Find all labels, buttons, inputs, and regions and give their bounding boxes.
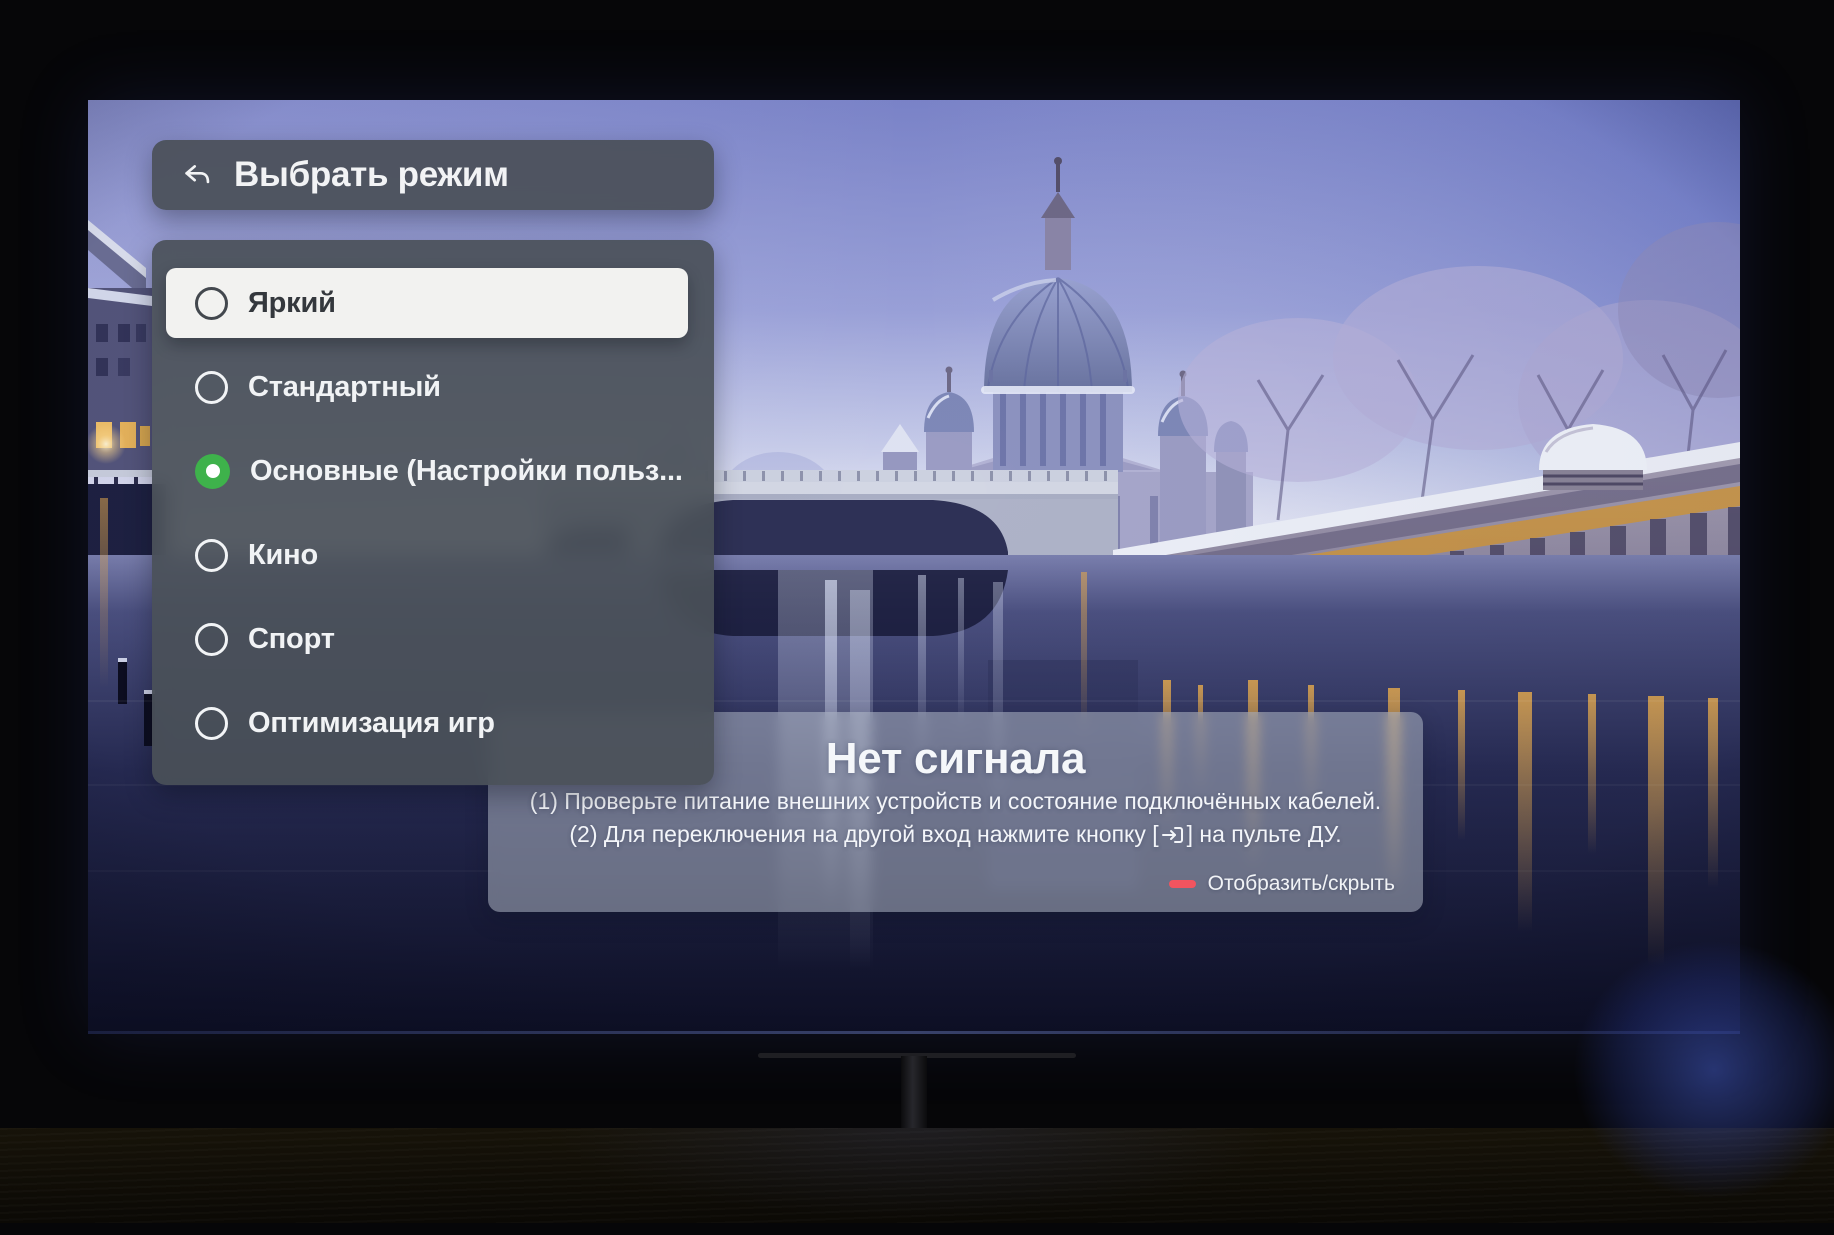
menu-item-label: Кино — [248, 539, 318, 572]
menu-item-vivid[interactable]: Яркий — [166, 268, 688, 338]
menu-item-label: Стандартный — [248, 371, 441, 404]
menu-item-cinema[interactable]: Кино — [152, 513, 714, 597]
table-surface — [0, 1128, 1834, 1223]
page-title: Выбрать режим — [234, 155, 509, 195]
back-arrow-icon — [182, 160, 212, 190]
tv-screen: Выбрать режим Яркий Стандартный Основные… — [88, 100, 1740, 1034]
menu-item-game-optimizer[interactable]: Оптимизация игр — [152, 681, 714, 765]
menu-item-label: Спорт — [248, 623, 335, 656]
radio-unselected-icon — [195, 371, 228, 404]
menu-item-label: Оптимизация игр — [248, 707, 495, 740]
menu-item-basic-user-settings[interactable]: Основные (Настройки польз... — [152, 429, 714, 513]
no-signal-instruction-2: (2) Для переключения на другой вход нажм… — [488, 819, 1423, 850]
radio-unselected-icon — [195, 707, 228, 740]
picture-mode-menu: Яркий Стандартный Основные (Настройки по… — [152, 240, 714, 785]
input-select-icon — [1161, 825, 1185, 845]
show-hide-hint[interactable]: Отобразить/скрыть — [1169, 872, 1395, 896]
radio-unselected-icon — [195, 539, 228, 572]
menu-header: Выбрать режим — [152, 140, 714, 210]
text-fragment: (2) Для переключения на другой вход нажм… — [569, 821, 1158, 847]
radio-unselected-icon — [195, 287, 228, 320]
show-hide-label: Отобразить/скрыть — [1208, 872, 1395, 896]
back-button[interactable] — [180, 158, 214, 192]
radio-unselected-icon — [195, 623, 228, 656]
red-dash-key-icon — [1169, 880, 1196, 888]
menu-item-standard[interactable]: Стандартный — [152, 345, 714, 429]
no-signal-instruction-1: (1) Проверьте питание внешних устройств … — [488, 786, 1423, 817]
text-fragment: ] на пульте ДУ. — [1187, 821, 1342, 847]
menu-item-sports[interactable]: Спорт — [152, 597, 714, 681]
menu-item-label: Яркий — [248, 287, 336, 320]
menu-item-label: Основные (Настройки польз... — [250, 455, 683, 488]
radio-selected-icon — [195, 454, 230, 489]
